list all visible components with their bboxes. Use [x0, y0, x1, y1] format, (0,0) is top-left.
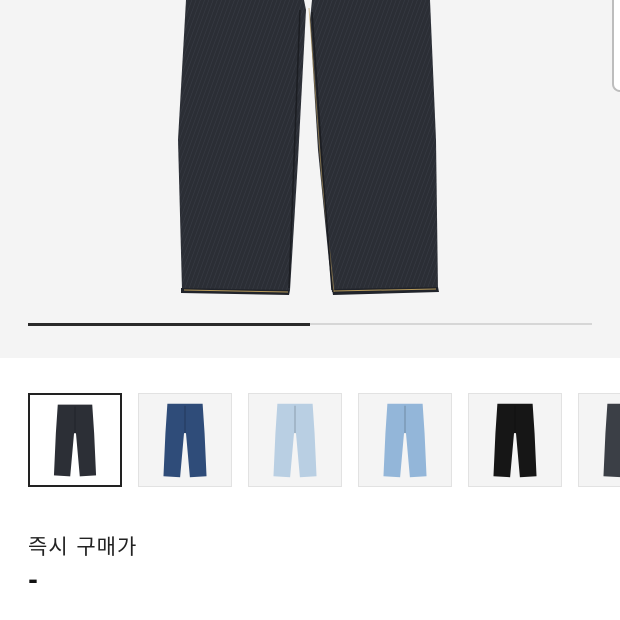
- thumbnail-4[interactable]: [358, 393, 452, 487]
- scroll-handle[interactable]: [612, 0, 620, 92]
- thumbnail-5[interactable]: [468, 393, 562, 487]
- jeans-light-bleached-icon: [273, 403, 317, 478]
- jeans-main-image: [178, 0, 439, 295]
- jeans-dark-rinse-icon: [53, 404, 97, 477]
- product-image-gallery[interactable]: [0, 0, 620, 358]
- color-thumbnail-list: [0, 393, 620, 491]
- jeans-grey-icon: [603, 403, 620, 478]
- jeans-light-blue-icon: [383, 403, 427, 478]
- thumbnail-6[interactable]: [578, 393, 620, 487]
- thumbnail-1[interactable]: [28, 393, 122, 487]
- instant-buy-label: 즉시 구매가: [28, 535, 138, 559]
- thumbnail-3[interactable]: [248, 393, 342, 487]
- gallery-progress-fill: [28, 322, 310, 326]
- jeans-black-icon: [493, 403, 537, 478]
- instant-buy-price: -: [28, 566, 38, 594]
- jeans-blue-icon: [163, 403, 207, 478]
- thumbnail-2[interactable]: [138, 393, 232, 487]
- gallery-progress-bar: [28, 322, 592, 326]
